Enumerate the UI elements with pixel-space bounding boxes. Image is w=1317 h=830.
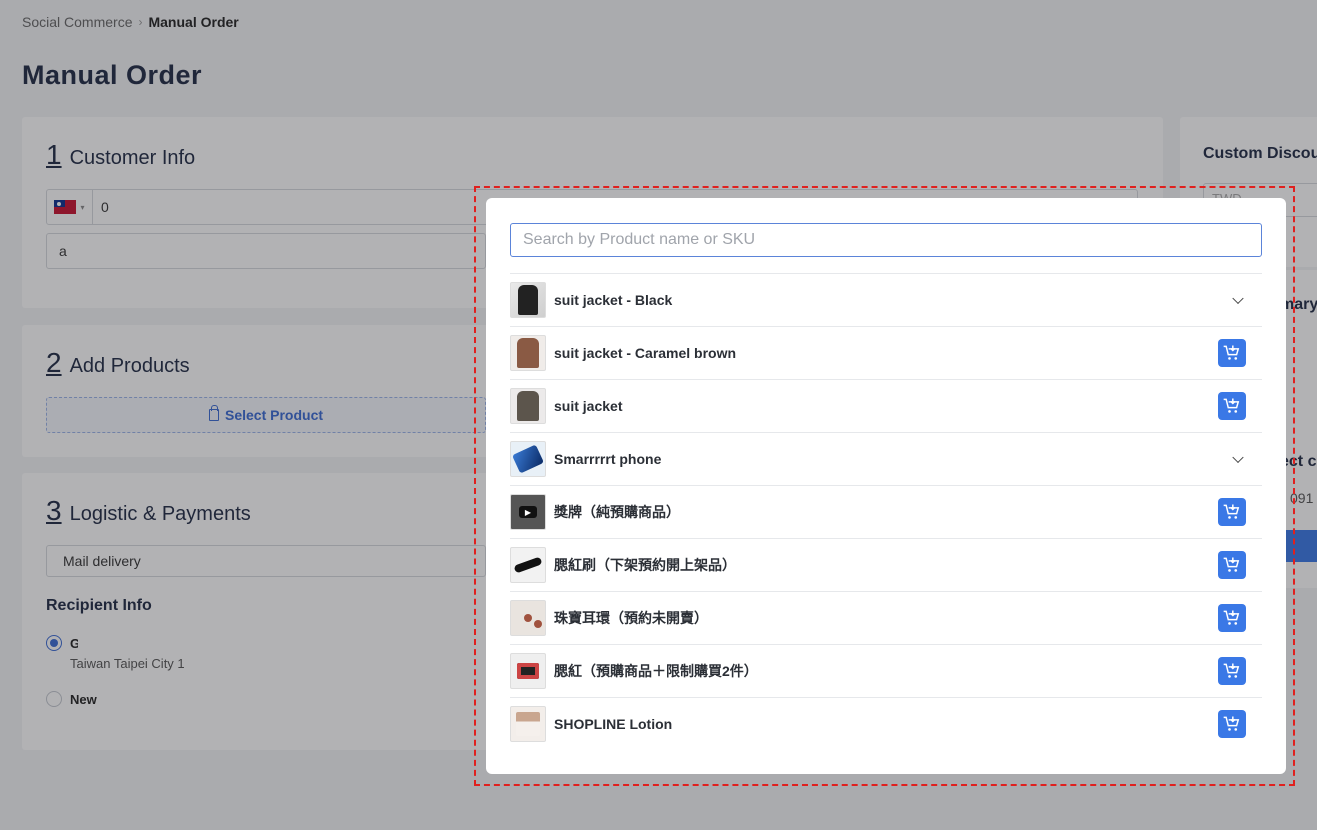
highlight-annotation-box: [474, 186, 1295, 786]
